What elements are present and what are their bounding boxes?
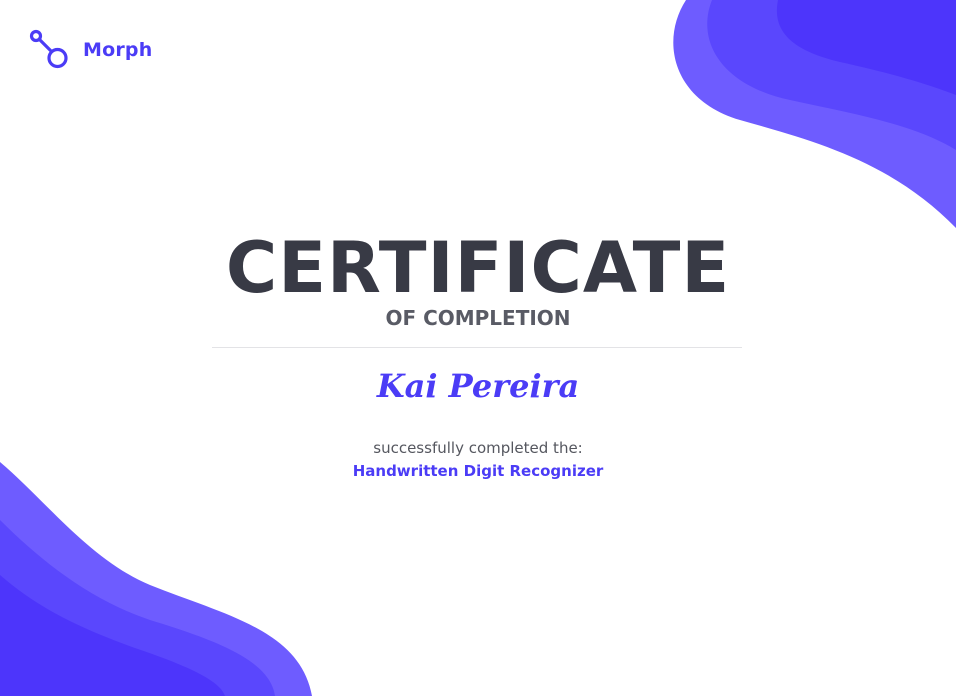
certificate-title: CERTIFICATE: [225, 227, 731, 309]
brand-logo: Morph: [29, 29, 152, 71]
morph-logo-icon: [29, 29, 68, 69]
brand-name: Morph: [83, 39, 153, 61]
divider: [212, 347, 742, 348]
completion-statement: successfully completed the:: [373, 439, 583, 457]
course-name: Handwritten Digit Recognizer: [352, 462, 604, 480]
certificate-page: Morph CERTIFICATE OF COMPLETION Kai Pere…: [0, 0, 956, 696]
certificate-subtitle: OF COMPLETION: [385, 306, 571, 330]
recipient-name: Kai Pereira: [376, 367, 580, 405]
decorative-waves: [0, 0, 956, 696]
